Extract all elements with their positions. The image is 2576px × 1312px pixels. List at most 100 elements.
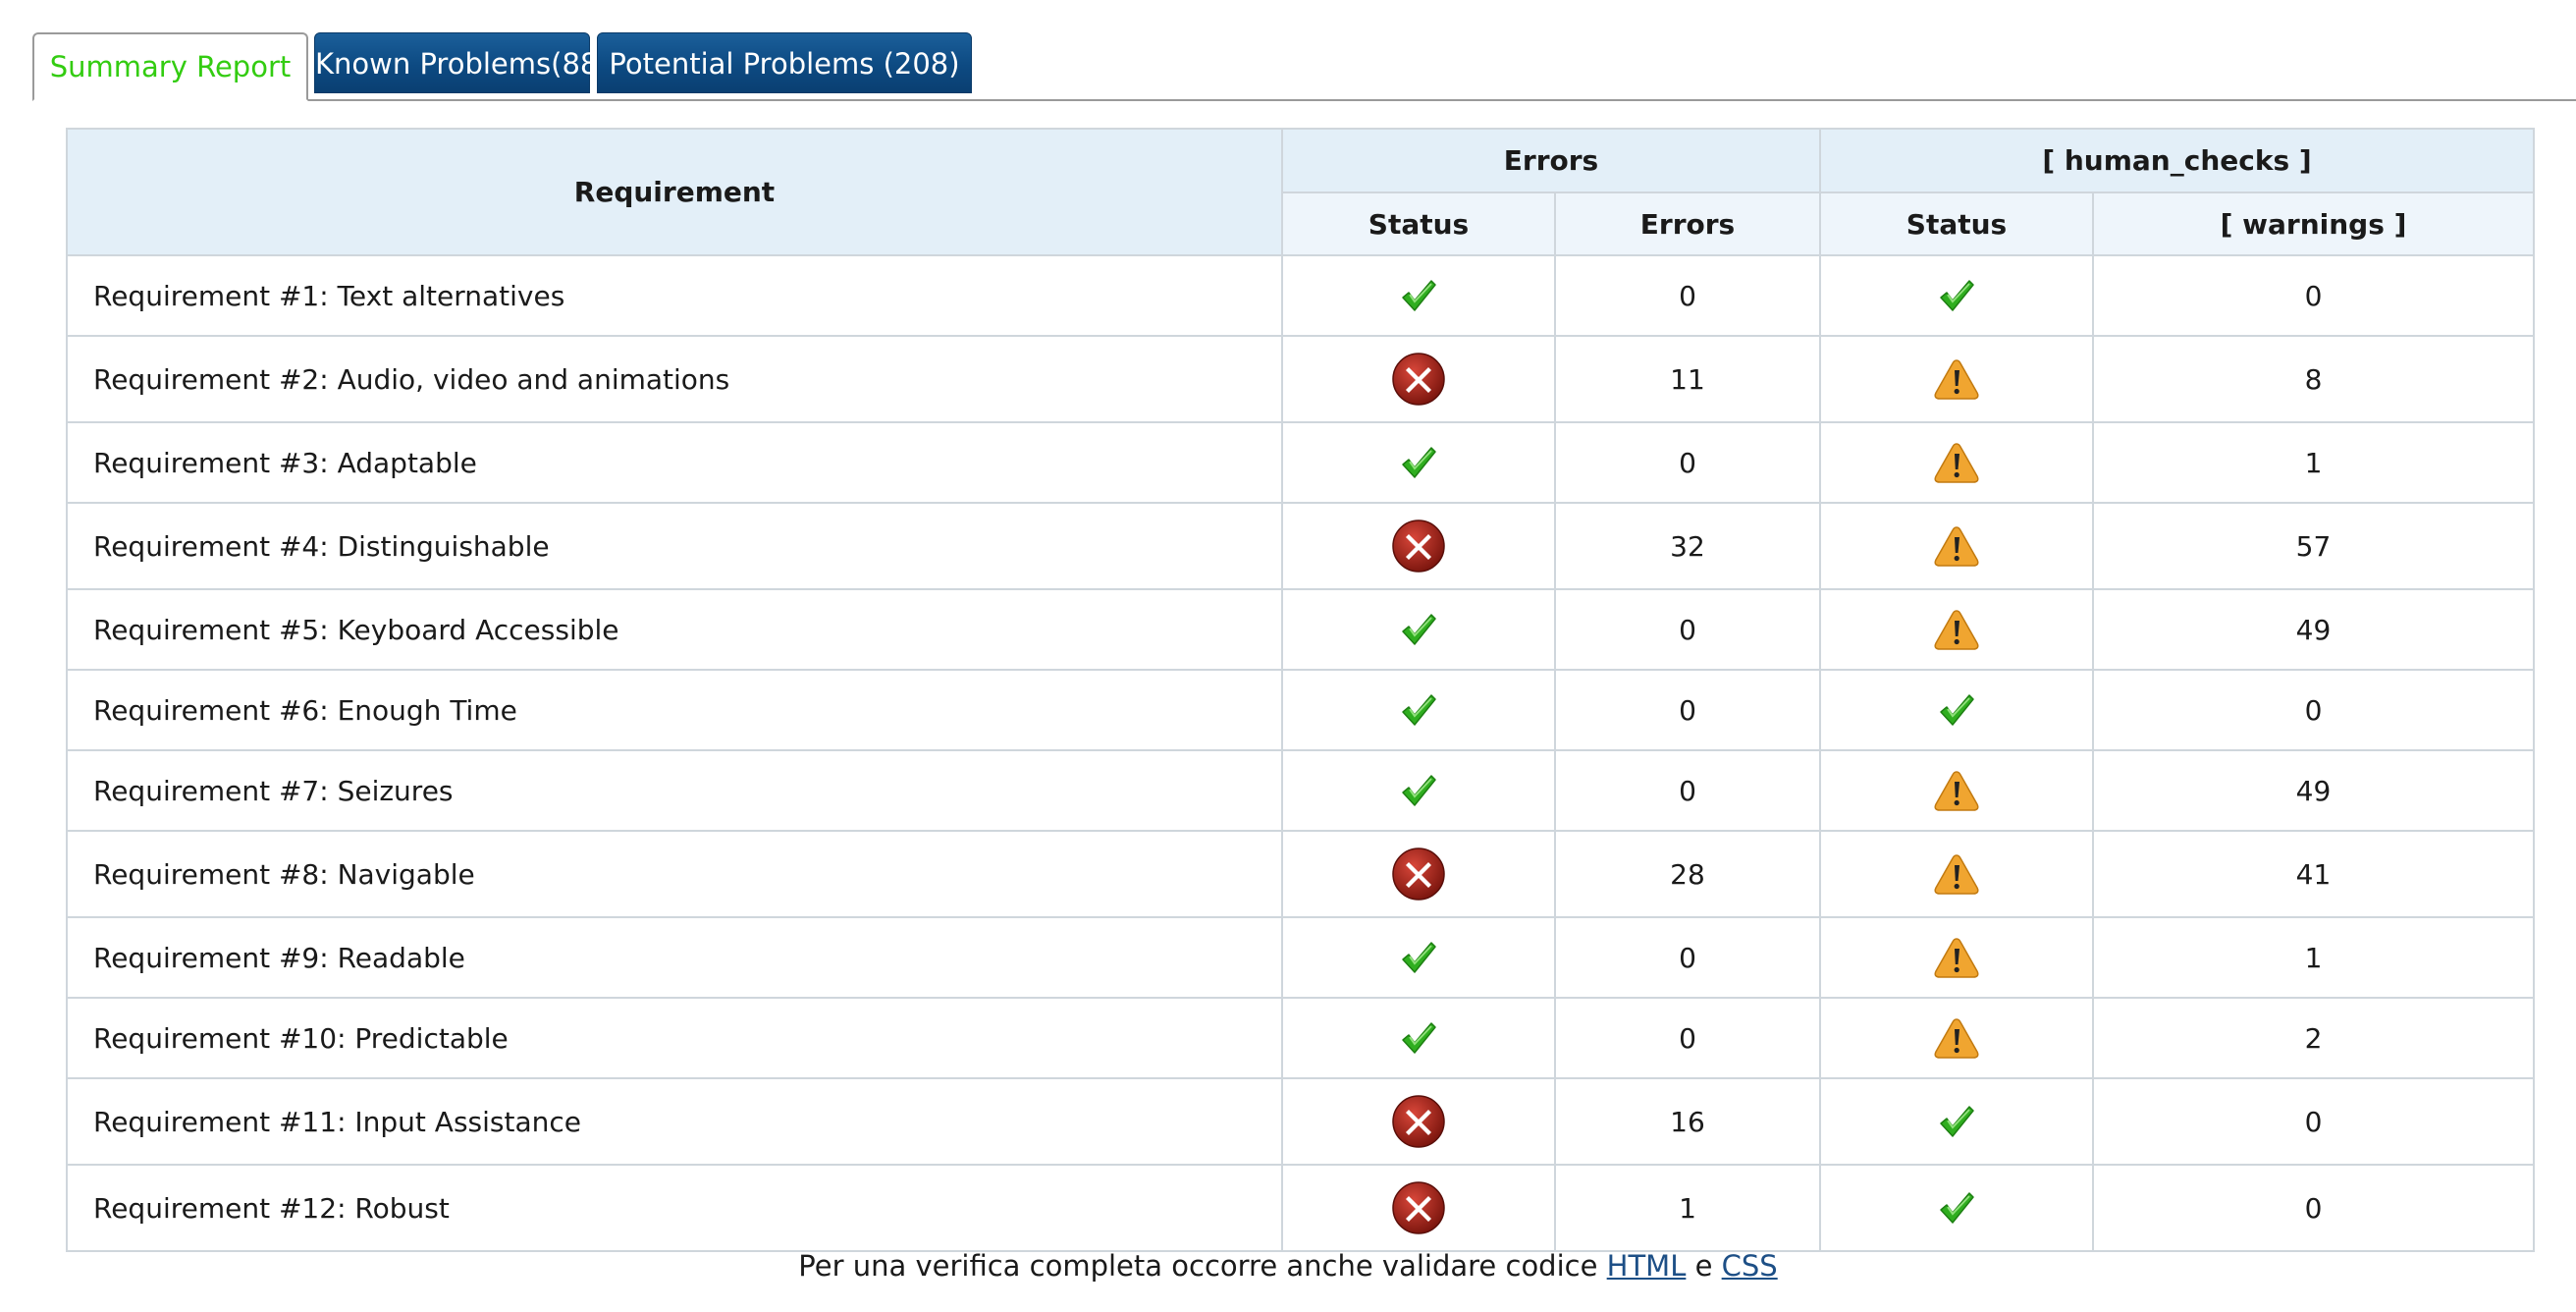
error-status-cell — [1281, 1077, 1556, 1166]
error-count: 0 — [1554, 916, 1821, 999]
error-status-cell — [1281, 254, 1556, 337]
error-status-cell — [1281, 916, 1556, 999]
error-status-cell — [1281, 502, 1556, 590]
warning-count: 41 — [2092, 830, 2535, 918]
requirement-label: Requirement #1: Text alternatives — [66, 254, 1283, 337]
error-count: 0 — [1554, 588, 1821, 671]
warning-icon — [1933, 769, 1980, 812]
warning-icon — [1933, 1016, 1980, 1060]
tab-summary-report[interactable]: Summary Report — [32, 32, 308, 101]
warning-count: 57 — [2092, 502, 2535, 590]
error-count: 0 — [1554, 669, 1821, 751]
table-row: Requirement #5: Keyboard Accessible 0 49 — [66, 588, 2535, 671]
check-status-cell — [1819, 588, 2094, 671]
check-icon — [1399, 938, 1438, 977]
human-checks-group-header: [ human_checks ] — [1819, 128, 2535, 193]
requirement-label: Requirement #3: Adaptable — [66, 421, 1283, 504]
check-icon — [1399, 276, 1438, 315]
check-status-cell — [1819, 669, 2094, 751]
warning-count: 8 — [2092, 335, 2535, 423]
footer-conjunction: e — [1686, 1249, 1722, 1283]
error-count: 1 — [1554, 1164, 1821, 1252]
warning-count: 49 — [2092, 749, 2535, 832]
table-row: Requirement #3: Adaptable 0 1 — [66, 421, 2535, 504]
error-status-cell — [1281, 1164, 1556, 1252]
table-row: Requirement #12: Robust 1 0 — [66, 1164, 2535, 1252]
tab-bar: Summary Report Known Problems(88) Potent… — [32, 32, 2576, 101]
check-status-cell — [1819, 749, 2094, 832]
check-status-cell — [1819, 1164, 2094, 1252]
warning-icon — [1933, 441, 1980, 484]
error-status-cell — [1281, 588, 1556, 671]
error-count: 0 — [1554, 421, 1821, 504]
warning-count: 2 — [2092, 997, 2535, 1079]
table-row: Requirement #2: Audio, video and animati… — [66, 335, 2535, 423]
errors-status-header: Status — [1281, 191, 1556, 256]
requirement-label: Requirement #5: Keyboard Accessible — [66, 588, 1283, 671]
error-count: 0 — [1554, 749, 1821, 832]
warning-count: 1 — [2092, 916, 2535, 999]
warning-count: 0 — [2092, 669, 2535, 751]
error-status-cell — [1281, 335, 1556, 423]
requirement-label: Requirement #8: Navigable — [66, 830, 1283, 918]
error-icon — [1391, 1180, 1446, 1235]
error-count: 16 — [1554, 1077, 1821, 1166]
warnings-count-header: [ warnings ] — [2092, 191, 2535, 256]
table-row: Requirement #4: Distinguishable 32 57 — [66, 502, 2535, 590]
table-row: Requirement #8: Navigable 28 41 — [66, 830, 2535, 918]
check-icon — [1937, 276, 1976, 315]
requirement-label: Requirement #11: Input Assistance — [66, 1077, 1283, 1166]
table-row: Requirement #6: Enough Time 0 0 — [66, 669, 2535, 751]
error-count: 32 — [1554, 502, 1821, 590]
error-icon — [1391, 1094, 1446, 1149]
error-count: 0 — [1554, 997, 1821, 1079]
requirement-header: Requirement — [66, 128, 1283, 256]
check-status-cell — [1819, 997, 2094, 1079]
requirement-label: Requirement #6: Enough Time — [66, 669, 1283, 751]
error-status-cell — [1281, 830, 1556, 918]
warning-icon — [1933, 608, 1980, 651]
warning-count: 1 — [2092, 421, 2535, 504]
check-status-cell — [1819, 335, 2094, 423]
check-icon — [1937, 1102, 1976, 1141]
error-icon — [1391, 352, 1446, 407]
requirement-label: Requirement #2: Audio, video and animati… — [66, 335, 1283, 423]
requirement-label: Requirement #12: Robust — [66, 1164, 1283, 1252]
errors-group-header: Errors — [1281, 128, 1821, 193]
table-row: Requirement #10: Predictable 0 2 — [66, 997, 2535, 1079]
error-status-cell — [1281, 421, 1556, 504]
warning-icon — [1933, 852, 1980, 896]
warning-icon — [1933, 524, 1980, 568]
check-status-cell — [1819, 830, 2094, 918]
html-validation-link[interactable]: HTML — [1607, 1249, 1687, 1283]
check-status-cell — [1819, 1077, 2094, 1166]
warning-count: 0 — [2092, 254, 2535, 337]
tab-known-problems[interactable]: Known Problems(88) — [314, 32, 610, 93]
check-icon — [1399, 610, 1438, 649]
tab-potential-problems[interactable]: Potential Problems (208) — [597, 32, 972, 93]
warning-count: 0 — [2092, 1077, 2535, 1166]
check-status-cell — [1819, 254, 2094, 337]
error-count: 28 — [1554, 830, 1821, 918]
footer-text: Per una verifica completa occorre anche … — [798, 1249, 1607, 1283]
check-status-cell — [1819, 502, 2094, 590]
error-icon — [1391, 847, 1446, 902]
check-icon — [1399, 771, 1438, 810]
check-icon — [1399, 690, 1438, 730]
check-status-cell — [1819, 916, 2094, 999]
summary-table: Requirement Errors [ human_checks ] Stat… — [66, 128, 2535, 1252]
error-status-cell — [1281, 749, 1556, 832]
css-validation-link[interactable]: CSS — [1722, 1249, 1778, 1283]
checks-status-header: Status — [1819, 191, 2094, 256]
check-icon — [1399, 1018, 1438, 1058]
warning-count: 49 — [2092, 588, 2535, 671]
table-row: Requirement #1: Text alternatives 0 0 — [66, 254, 2535, 337]
error-status-cell — [1281, 997, 1556, 1079]
error-count: 11 — [1554, 335, 1821, 423]
table-row: Requirement #11: Input Assistance 16 0 — [66, 1077, 2535, 1166]
check-status-cell — [1819, 421, 2094, 504]
warning-icon — [1933, 936, 1980, 979]
errors-count-header: Errors — [1554, 191, 1821, 256]
warning-count: 0 — [2092, 1164, 2535, 1252]
check-icon — [1937, 690, 1976, 730]
